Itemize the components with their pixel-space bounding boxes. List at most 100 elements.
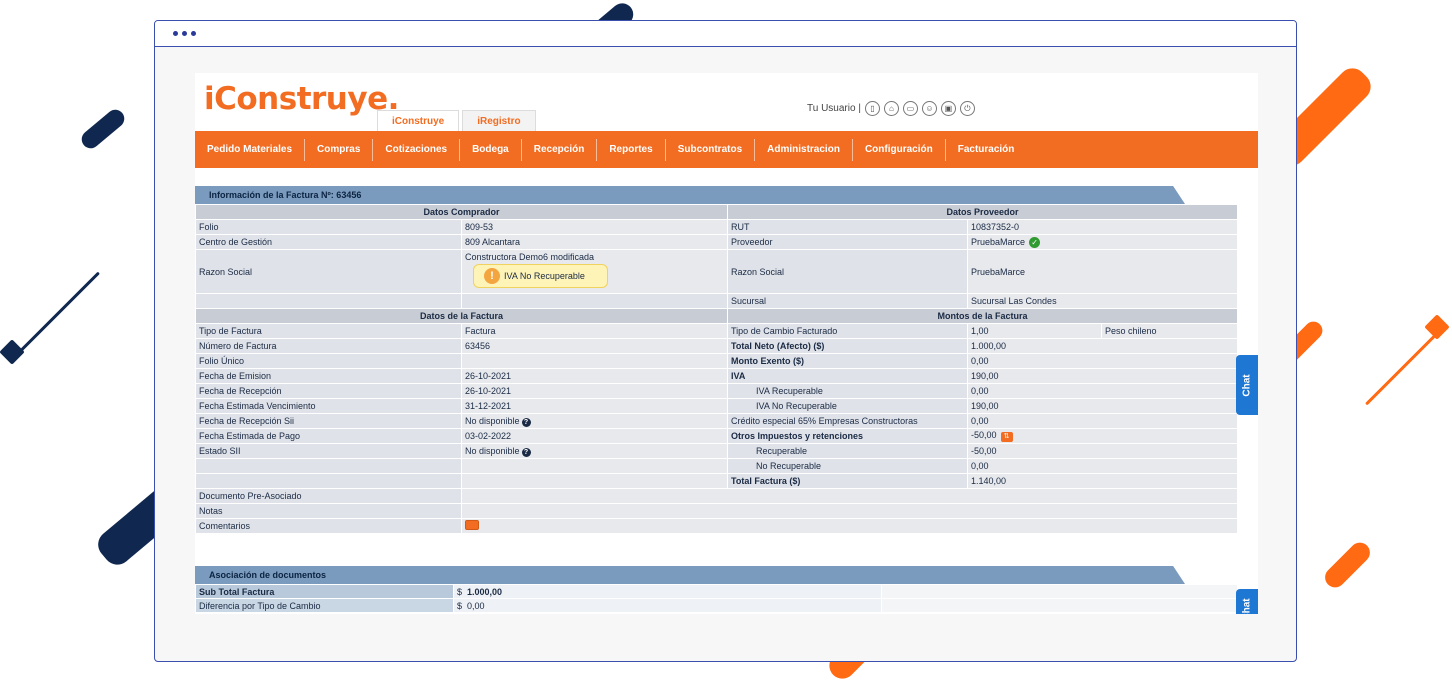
document-icon[interactable]: ▯ [864, 101, 880, 116]
table-row: Diferencia por Tipo de Cambio $ 0,00 [195, 598, 1238, 613]
empty-cell [881, 584, 1238, 599]
decor-orange-line [1365, 325, 1445, 406]
diferencia-label: Diferencia por Tipo de Cambio [195, 598, 454, 613]
decor-navy-stroke-1 [78, 106, 128, 152]
sort-icon[interactable]: ⇅ [1000, 432, 1013, 442]
row-value: 0,00 [967, 383, 1239, 399]
sucursal-label: Sucursal [727, 293, 969, 309]
nav-recepcion[interactable]: Recepción [522, 138, 598, 161]
assoc-section-title: Asociación de documentos [195, 566, 1185, 584]
app-tabs: iConstruye iRegistro [377, 110, 536, 131]
table-row: Notas [195, 503, 1239, 519]
row-label: Fecha Estimada Vencimiento [195, 398, 462, 414]
table-row: Total Factura ($) 1.140,00 [195, 473, 1239, 489]
home-icon[interactable]: ⌂ [883, 101, 899, 116]
iconstruye-logo[interactable]: iConstruye. [204, 81, 399, 117]
comentarios-cell [460, 518, 1239, 534]
nav-configuracion[interactable]: Configuración [853, 138, 946, 161]
row-label: Monto Exento ($) [727, 353, 969, 369]
row-value: Factura [460, 323, 729, 339]
nav-cotizaciones[interactable]: Cotizaciones [373, 138, 461, 161]
chat-label: Chat [1241, 373, 1253, 397]
diferencia-value: 0,00 [467, 600, 485, 611]
row-label: Recuperable [727, 443, 969, 459]
nav-compras[interactable]: Compras [305, 138, 374, 161]
row-label: No Recuperable [727, 458, 969, 474]
print-icon[interactable]: ▭ [902, 101, 918, 116]
table-row: Documento Pre-Asociado [195, 488, 1239, 504]
row-value [460, 353, 729, 369]
row-value: No disponible [465, 415, 520, 426]
nav-facturacion[interactable]: Facturación [946, 139, 1027, 161]
folio-label: Folio [195, 219, 462, 235]
power-icon[interactable]: ⏻ [959, 101, 975, 116]
nav-pedido-materiales[interactable]: Pedido Materiales [195, 138, 306, 161]
sucursal-value: Sucursal Las Condes [967, 293, 1239, 309]
table-row: Sub Total Factura $ 1.000,00 [195, 584, 1238, 599]
nav-subcontratos[interactable]: Subcontratos [666, 138, 756, 161]
comment-icon[interactable] [465, 520, 479, 530]
row-label: Fecha Estimada de Pago [195, 428, 462, 444]
table-row: Tipo de Factura Factura Tipo de Cambio F… [195, 323, 1239, 339]
app-header: iConstruye. iConstruye iRegistro Tu Usua… [195, 73, 1258, 131]
chat-button[interactable]: Chat [1236, 355, 1258, 415]
empty-cell [195, 458, 462, 474]
row-value: -50,00 [967, 443, 1239, 459]
invoice-section-title: Información de la Factura Nº: 63456 [195, 186, 1185, 204]
empty-cell [460, 458, 729, 474]
table-row: Fecha de Emision 26-10-2021 IVA 190,00 [195, 368, 1239, 384]
razon-label: Razon Social [195, 249, 462, 294]
notas-value [460, 503, 1239, 519]
diferencia-cell: $ 0,00 [453, 598, 882, 613]
nav-bodega[interactable]: Bodega [460, 138, 522, 161]
row-label: Tipo de Factura [195, 323, 462, 339]
row-value: No disponible [465, 445, 520, 456]
help-icon[interactable]: ? [521, 447, 531, 457]
table-row: Fecha Estimada de Pago 03-02-2022 Otros … [195, 428, 1239, 444]
row-label: Número de Factura [195, 338, 462, 354]
subtotal-label: Sub Total Factura [195, 584, 454, 599]
proveedor-cell: PruebaMarce ✓ [967, 234, 1239, 250]
currency-name: Peso chileno [1101, 323, 1239, 339]
row-label: Fecha de Recepción [195, 383, 462, 399]
row-value: 1.140,00 [967, 473, 1239, 489]
decor-orange-stroke-3 [1320, 538, 1375, 592]
browser-frame: iConstruye. iConstruye iRegistro Tu Usua… [154, 20, 1297, 662]
row-value: 26-10-2021 [460, 383, 729, 399]
table-row: Sucursal Sucursal Las Condes [195, 293, 1239, 309]
empty-cell [195, 293, 462, 309]
subtotal-value: 1.000,00 [467, 586, 503, 597]
centro-label: Centro de Gestión [195, 234, 462, 250]
table-row: Fecha de Recepción Sii No disponible? Cr… [195, 413, 1239, 429]
table-row: Datos de la Factura Montos de la Factura [195, 308, 1239, 324]
row-value: 0,00 [967, 353, 1239, 369]
doc-preasociado-value [460, 488, 1239, 504]
user-icon[interactable]: ☺ [921, 101, 937, 116]
table-row: Estado SII No disponible? Recuperable -5… [195, 443, 1239, 459]
browser-titlebar [155, 21, 1296, 47]
table-row: Fecha de Recepción 26-10-2021 IVA Recupe… [195, 383, 1239, 399]
montos-header: Montos de la Factura [727, 308, 1239, 324]
rut-value: 10837352-0 [967, 219, 1239, 235]
empty-cell [460, 473, 729, 489]
row-value: 190,00 [967, 368, 1239, 384]
razon-proveedor-label: Razon Social [727, 249, 969, 294]
tab-iconstruye[interactable]: iConstruye [377, 110, 460, 131]
proveedor-header: Datos Proveedor [727, 204, 1239, 220]
proveedor-value[interactable]: PruebaMarce [971, 237, 1025, 247]
nav-administracion[interactable]: Administracion [755, 138, 853, 161]
folio-value: 809-53 [460, 219, 729, 235]
lock-icon[interactable]: ▣ [940, 101, 956, 116]
nav-reportes[interactable]: Reportes [597, 138, 666, 161]
table-row: Datos Comprador Datos Proveedor [195, 204, 1239, 220]
subtotal-cell: $ 1.000,00 [453, 584, 882, 599]
comprador-header: Datos Comprador [195, 204, 729, 220]
tab-iregistro[interactable]: iRegistro [462, 110, 536, 131]
row-label: Estado SII [195, 443, 462, 459]
help-icon[interactable]: ? [521, 417, 531, 427]
row-value: 0,00 [967, 413, 1239, 429]
razon-comprador-cell: Constructora Demo6 modificada ! IVA No Re… [460, 249, 729, 294]
user-label: Tu Usuario | [807, 103, 861, 114]
chat-button-secondary[interactable]: Chat [1236, 589, 1258, 614]
centro-value: 809 Alcantara [460, 234, 729, 250]
